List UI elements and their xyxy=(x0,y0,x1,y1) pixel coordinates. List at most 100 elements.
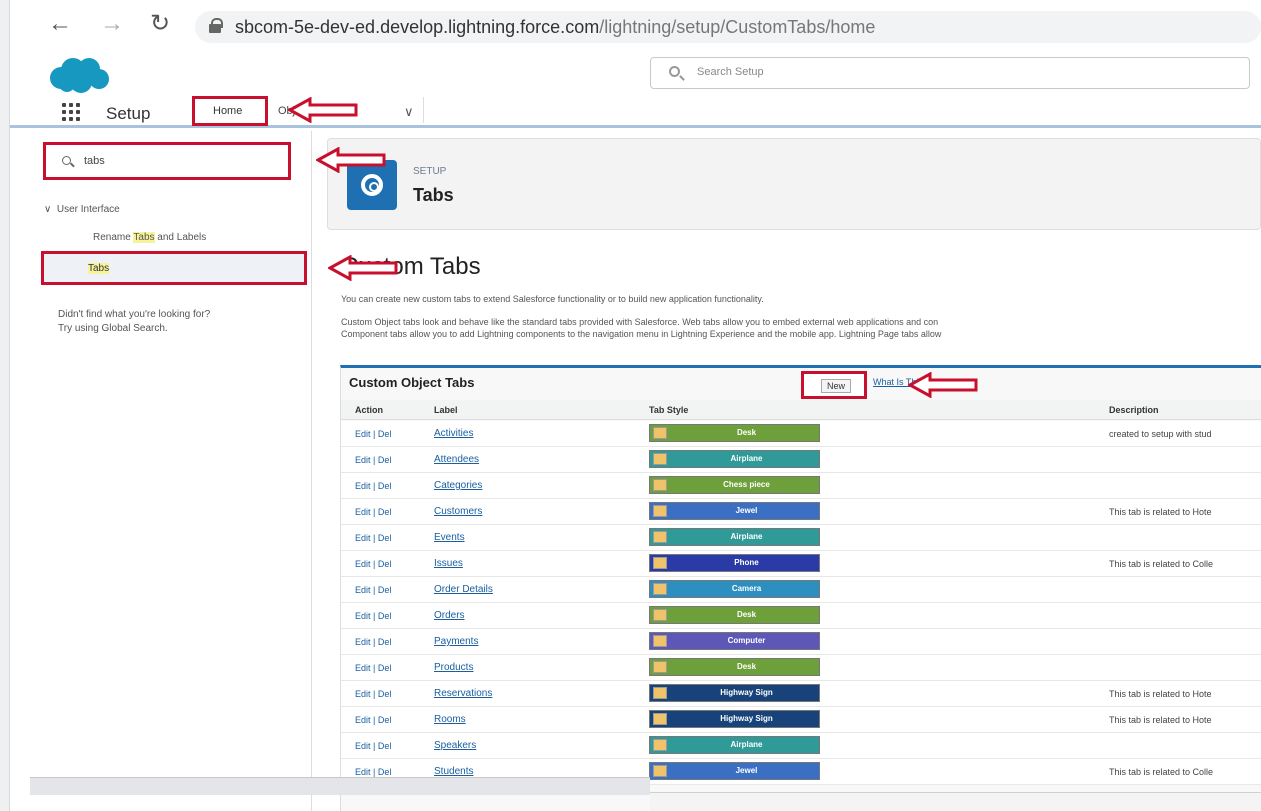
edit-del-links[interactable]: Edit | Del xyxy=(355,741,391,751)
tab-description: This tab is related to Hote xyxy=(1109,507,1212,517)
tab-style-name: Desk xyxy=(736,428,757,437)
table-row: Edit | Del Rooms Highway Sign This tab is r… xyxy=(341,707,1261,733)
forward-icon[interactable]: → xyxy=(100,12,124,36)
tree-item-tabs[interactable]: Tabs xyxy=(41,251,307,285)
annotation-arrow xyxy=(288,97,358,123)
tab-style-icon xyxy=(653,479,667,491)
tab-style-swatch: Camera xyxy=(649,580,820,598)
edit-del-links[interactable]: Edit | Del xyxy=(355,611,391,621)
tab-style-icon xyxy=(653,661,667,673)
tab-style-icon xyxy=(653,583,667,595)
tab-label-link[interactable]: Issues xyxy=(434,558,463,569)
main-content: SETUP Tabs Custom Tabs You can create ne… xyxy=(313,131,1261,811)
edit-del-links[interactable]: Edit | Del xyxy=(355,533,391,543)
tab-label-link[interactable]: Activities xyxy=(434,428,473,439)
tab-label-link[interactable]: Order Details xyxy=(434,584,493,595)
tab-description: This tab is related to Colle xyxy=(1109,559,1214,569)
app-launcher-icon[interactable] xyxy=(62,103,80,121)
tab-label-link[interactable]: Reservations xyxy=(434,688,492,699)
search-setup-input[interactable]: Search Setup xyxy=(650,57,1250,89)
search-icon xyxy=(62,156,71,165)
edit-del-links[interactable]: Edit | Del xyxy=(355,767,391,777)
search-placeholder: Search Setup xyxy=(697,66,764,78)
header-tab-style: Tab Style xyxy=(649,405,689,415)
tab-label-link[interactable]: Attendees xyxy=(434,454,479,465)
annotation-arrow xyxy=(316,147,386,173)
edit-del-links[interactable]: Edit | Del xyxy=(355,507,391,517)
tab-style-name: Airplane xyxy=(730,532,763,541)
table-row: Edit | Del Orders Desk xyxy=(341,603,1261,629)
tab-style-swatch: Computer xyxy=(649,632,820,650)
edit-del-links[interactable]: Edit | Del xyxy=(355,663,391,673)
tab-style-swatch: Desk xyxy=(649,606,820,624)
edit-del-links[interactable]: Edit | Del xyxy=(355,715,391,725)
edit-del-links[interactable]: Edit | Del xyxy=(355,559,391,569)
chevron-down-icon: ∨ xyxy=(44,204,57,215)
quick-find-input[interactable]: tabs xyxy=(43,142,291,180)
edit-del-links[interactable]: Edit | Del xyxy=(355,637,391,647)
address-bar[interactable]: sbcom-5e-dev-ed.develop.lightning.force.… xyxy=(195,11,1261,43)
edit-del-links[interactable]: Edit | Del xyxy=(355,689,391,699)
tab-style-name: Jewel xyxy=(735,506,758,515)
reload-icon[interactable]: ↻ xyxy=(150,12,170,36)
setup-tree-sidebar: tabs ∨ User Interface Rename Tabs and La… xyxy=(10,131,312,811)
tab-style-swatch: Desk xyxy=(649,424,820,442)
tab-description: This tab is related to Colle xyxy=(1109,767,1214,777)
tab-style-icon xyxy=(653,687,667,699)
description-1: You can create new custom tabs to extend… xyxy=(341,294,764,304)
tab-label-link[interactable]: Customers xyxy=(434,506,482,517)
description-2: Custom Object tabs look and behave like … xyxy=(341,317,939,327)
tab-label-link[interactable]: Categories xyxy=(434,480,482,491)
tab-home[interactable]: Home xyxy=(192,96,268,126)
tab-label-link[interactable]: Students xyxy=(434,766,473,777)
tab-style-icon xyxy=(653,765,667,777)
custom-object-tabs-panel: Custom Object Tabs New What Is This? Act… xyxy=(340,365,1261,811)
table-row: Edit | Del Events Airplane xyxy=(341,525,1261,551)
tab-style-swatch: Airplane xyxy=(649,450,820,468)
tab-style-name: Desk xyxy=(736,662,757,671)
chevron-down-icon[interactable]: ∨ xyxy=(404,104,414,120)
tab-label-link[interactable]: Orders xyxy=(434,610,465,621)
tab-style-name: Jewel xyxy=(735,766,758,775)
table-row: Edit | Del Issues Phone This tab is related… xyxy=(341,551,1261,577)
tab-description: created to setup with stud xyxy=(1109,429,1212,439)
not-found-hint: Didn't find what you're looking for? Try… xyxy=(58,309,211,334)
tab-label-link[interactable]: Rooms xyxy=(434,714,466,725)
tab-style-icon xyxy=(653,609,667,621)
tab-style-name: Chess piece xyxy=(723,480,770,489)
salesforce-logo-icon[interactable] xyxy=(47,56,111,94)
edit-del-links[interactable]: Edit | Del xyxy=(355,585,391,595)
new-button-highlight: New xyxy=(801,371,867,399)
edit-del-links[interactable]: Edit | Del xyxy=(355,481,391,491)
tab-divider xyxy=(423,97,424,123)
page-eyebrow: SETUP xyxy=(413,166,447,177)
tree-section-user-interface[interactable]: ∨ User Interface xyxy=(44,204,120,215)
browser-status-bar xyxy=(30,777,650,795)
table-row: Edit | Del Customers Jewel This tab is rela… xyxy=(341,499,1261,525)
tab-label-link[interactable]: Speakers xyxy=(434,740,476,751)
edit-del-links[interactable]: Edit | Del xyxy=(355,429,391,439)
tab-style-name: Highway Sign xyxy=(720,688,773,697)
edit-del-links[interactable]: Edit | Del xyxy=(355,455,391,465)
back-icon[interactable]: ← xyxy=(48,12,72,36)
tab-style-swatch: Phone xyxy=(649,554,820,572)
table-row: Edit | Del Payments Computer xyxy=(341,629,1261,655)
footer-strip xyxy=(650,792,1261,811)
tab-style-swatch: Desk xyxy=(649,658,820,676)
global-header: Search Setup xyxy=(10,52,1261,94)
tab-style-icon xyxy=(653,531,667,543)
tree-item-rename-tabs[interactable]: Rename Tabs and Labels xyxy=(93,232,206,243)
search-icon xyxy=(669,66,680,77)
header-label: Label xyxy=(434,405,458,415)
tab-style-swatch: Airplane xyxy=(649,528,820,546)
table-row: Edit | Del Reservations Highway Sign This t… xyxy=(341,681,1261,707)
tab-style-icon xyxy=(653,427,667,439)
window-edge xyxy=(0,0,10,811)
new-button[interactable]: New xyxy=(821,379,852,393)
tab-label-link[interactable]: Payments xyxy=(434,636,478,647)
tab-label-link[interactable]: Products xyxy=(434,662,473,673)
table-row: Edit | Del Activities Desk created to setup… xyxy=(341,421,1261,447)
tab-label-link[interactable]: Events xyxy=(434,532,465,543)
tab-style-name: Airplane xyxy=(730,740,763,749)
tab-style-name: Desk xyxy=(736,610,757,619)
